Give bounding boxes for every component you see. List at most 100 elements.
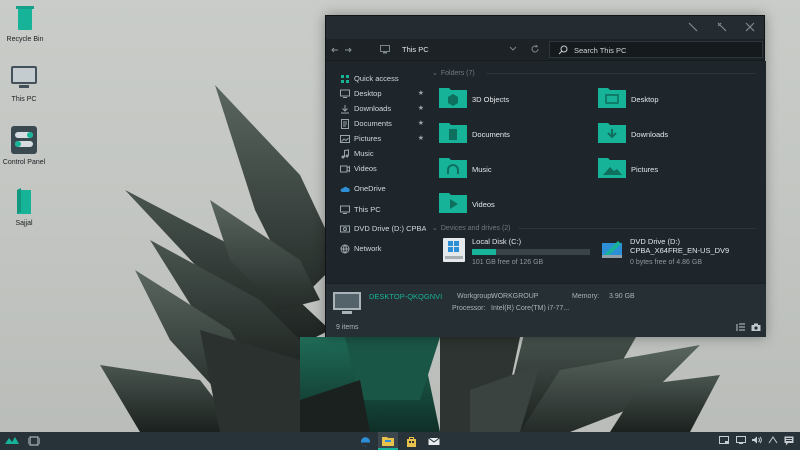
desktop-icon-user-folder[interactable]: Sajjal [0,188,48,227]
refresh-icon[interactable] [530,44,540,54]
desktop-icon [340,89,350,98]
download-folder-icon [598,123,626,143]
music-icon [341,149,349,159]
folder-videos[interactable]: Videos [438,190,588,220]
sidebar-item-label: Pictures [354,134,382,143]
drive-free-space: 101 GB free of 126 GB [472,259,544,266]
sidebar-item-pictures[interactable]: Pictures ★ [340,133,424,145]
mail-icon [428,437,440,445]
task-view-icon [28,436,40,446]
pin-icon: ★ [417,120,424,127]
drive-label: CPBA_X64FRE_EN-US_DV9 [630,246,730,255]
desktop-icon-recycle-bin[interactable]: Recycle Bin [1,4,49,43]
details-view-icon[interactable] [736,323,746,332]
folders-group-header[interactable]: ⌄ Folders (7) [432,69,475,77]
sidebar-item-this-pc[interactable]: This PC [340,204,424,216]
hard-drive-icon [443,238,465,262]
sidebar-item-desktop[interactable]: Desktop ★ [340,88,424,100]
taskbar-app-store[interactable] [401,432,421,450]
content-pane: ⌄ Folders (7) 3D Objects Desktop Document… [426,61,766,283]
maximize-icon[interactable] [717,22,727,32]
desktop-icon-label: Sajjal [15,220,33,227]
drive-dvd-d[interactable]: DVD Drive (D:) CPBA_X64FRE_EN-US_DV9 0 b… [600,237,760,273]
task-view-button[interactable] [24,432,44,450]
folder-desktop[interactable]: Desktop [597,85,747,115]
sidebar-item-dvd-drive[interactable]: DVD Drive (D:) CPBA_ [340,223,431,235]
cast-icon [768,436,778,444]
dvd-icon [340,225,350,233]
pin-icon: ★ [417,105,424,112]
monitor-icon [11,66,37,88]
sidebar-item-label: OneDrive [354,184,386,193]
sidebar-item-documents[interactable]: Documents ★ [340,118,424,130]
search-input[interactable]: Search This PC [549,41,763,58]
sidebar-item-downloads[interactable]: Downloads ★ [340,103,424,115]
devices-group-header[interactable]: ⌄ Devices and drives (2) [432,224,511,232]
sidebar-item-onedrive[interactable]: OneDrive [340,183,424,195]
sidebar-item-music[interactable]: Music [340,148,424,160]
folder-label: Desktop [631,95,659,104]
pin-icon: ★ [417,135,424,142]
tray-tablet[interactable] [716,432,732,450]
desktop-icon-label: Recycle Bin [6,36,44,43]
folder-3d-objects[interactable]: 3D Objects [438,85,588,115]
folder-music[interactable]: Music [438,155,588,185]
sidebar-item-videos[interactable]: Videos [340,163,424,175]
tablet-icon [719,436,729,444]
picture-icon [340,135,350,143]
file-explorer-window: This PC Search This PC Quick access Desk… [325,15,766,337]
sidebar-item-quick-access[interactable]: Quick access [340,73,424,85]
tray-network[interactable] [733,432,749,450]
sidebar-item-label: Desktop [354,89,382,98]
taskbar-app-edge[interactable] [355,432,375,450]
processor-label: Processor: [452,305,486,312]
folder-downloads[interactable]: Downloads [597,120,747,150]
computer-small-icon [380,45,390,54]
edge-icon [360,437,370,447]
file-explorer-icon [382,437,394,446]
start-button[interactable] [2,432,22,450]
sidebar-item-label: This PC [354,205,381,214]
network-tray-icon [736,436,746,444]
desktop-icon-control-panel[interactable]: Control Panel [0,125,48,166]
desktop-icon-this-pc[interactable]: This PC [0,64,48,103]
download-icon [341,105,349,114]
drive-local-disk-c[interactable]: Local Disk (C:) 101 GB free of 126 GB [442,237,602,273]
star-icon [341,75,349,83]
dvd-drive-icon [602,241,622,258]
sidebar-item-label: Quick access [354,74,399,83]
title-bar[interactable] [326,16,764,39]
music-folder-icon [439,158,467,178]
chevron-down-icon[interactable] [509,46,517,52]
cube-folder-icon [439,88,467,108]
back-arrow-icon[interactable] [330,45,340,55]
taskbar-app-mail[interactable] [424,432,444,450]
folder-pictures[interactable]: Pictures [597,155,747,185]
forward-arrow-icon[interactable] [343,45,353,55]
notification-icon [784,436,794,446]
store-icon [406,437,416,447]
taskbar [0,432,800,450]
close-icon[interactable] [745,22,755,32]
folder-label: Pictures [631,165,659,174]
minimize-icon[interactable] [688,22,698,32]
cloud-icon [340,186,350,192]
workgroup-label: Workgroup: [457,293,494,300]
workgroup-value: WORKGROUP [491,293,539,300]
large-icons-view-icon[interactable] [751,323,761,332]
sidebar-item-label: Network [354,244,382,253]
action-center-button[interactable] [780,432,798,450]
address-field[interactable]: This PC [374,41,546,58]
tray-volume[interactable] [749,432,765,450]
search-icon [558,45,568,55]
start-icon [5,437,19,444]
navigation-pane: Quick access Desktop ★ Downloads ★ Docum… [326,61,431,283]
address-bar: This PC Search This PC [326,39,764,61]
tray-cast[interactable] [765,432,781,450]
recycle-bin-icon [16,6,34,30]
computer-icon [340,205,350,214]
video-icon [340,165,350,173]
taskbar-app-file-explorer[interactable] [378,432,398,450]
folder-documents[interactable]: Documents [438,120,588,150]
sidebar-item-network[interactable]: Network [340,243,424,255]
